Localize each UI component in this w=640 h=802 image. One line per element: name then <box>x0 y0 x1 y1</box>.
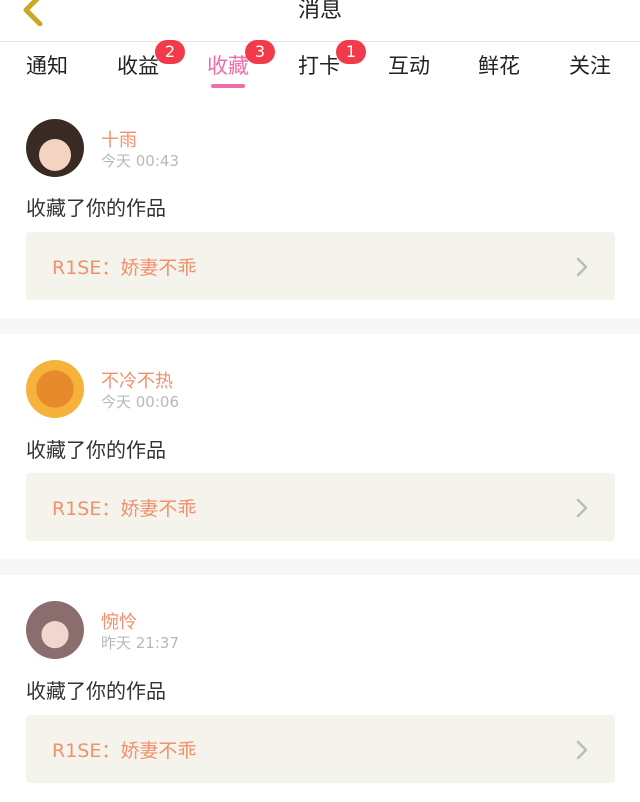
work-link[interactable]: R1SE：娇妻不乖 <box>26 715 615 783</box>
message-card: 不冷不热 今天 00:06 收藏了你的作品 R1SE：娇妻不乖 <box>0 334 640 559</box>
work-title: R1SE：娇妻不乖 <box>52 740 197 762</box>
timestamp: 今天 00:06 <box>101 393 179 411</box>
message-card: 十雨 今天 00:43 收藏了你的作品 R1SE：娇妻不乖 <box>0 92 640 318</box>
tab-bar: 通知 收益 2 收藏 3 打卡 1 互动 鲜花 关注 <box>0 40 640 92</box>
tab-interactions[interactable]: 互动 <box>388 50 430 80</box>
tab-label: 通知 <box>26 54 68 78</box>
timestamp: 今天 00:43 <box>101 152 179 170</box>
message-text: 收藏了你的作品 <box>26 679 166 703</box>
unread-badge: 3 <box>245 40 275 64</box>
tab-flowers[interactable]: 鲜花 <box>478 50 520 80</box>
tab-favorites[interactable]: 收藏 3 <box>207 40 275 88</box>
tab-label: 收藏 <box>207 54 249 78</box>
top-bar: 消息 <box>0 0 640 42</box>
unread-badge: 1 <box>336 40 366 64</box>
page-title: 消息 <box>297 0 342 23</box>
section-divider <box>0 559 640 575</box>
avatar[interactable] <box>26 360 84 418</box>
active-tab-indicator <box>211 84 245 88</box>
username[interactable]: 不冷不热 <box>101 367 173 393</box>
work-link[interactable]: R1SE：娇妻不乖 <box>26 232 615 300</box>
message-text: 收藏了你的作品 <box>26 438 166 462</box>
tab-label: 关注 <box>569 54 611 78</box>
tab-label: 收益 <box>117 54 159 78</box>
section-divider <box>0 318 640 334</box>
tab-following[interactable]: 关注 <box>569 50 611 80</box>
work-link[interactable]: R1SE：娇妻不乖 <box>26 473 615 541</box>
avatar[interactable] <box>26 119 84 177</box>
chevron-right-icon <box>576 498 588 518</box>
chevron-right-icon <box>576 740 588 760</box>
tab-label: 鲜花 <box>478 54 520 78</box>
work-title: R1SE：娇妻不乖 <box>52 498 197 520</box>
username[interactable]: 十雨 <box>101 126 137 152</box>
message-text: 收藏了你的作品 <box>26 196 166 220</box>
work-title: R1SE：娇妻不乖 <box>52 257 197 279</box>
tab-earnings[interactable]: 收益 2 <box>117 40 185 80</box>
chevron-right-icon <box>576 257 588 277</box>
unread-badge: 2 <box>155 40 185 64</box>
tab-label: 互动 <box>388 54 430 78</box>
avatar[interactable] <box>26 601 84 659</box>
username[interactable]: 惋怜 <box>101 608 137 634</box>
tab-notifications[interactable]: 通知 <box>26 50 68 80</box>
tab-checkin[interactable]: 打卡 1 <box>298 40 366 80</box>
timestamp: 昨天 21:37 <box>101 634 179 652</box>
tab-label: 打卡 <box>298 54 340 78</box>
message-card: 惋怜 昨天 21:37 收藏了你的作品 R1SE：娇妻不乖 <box>0 575 640 802</box>
